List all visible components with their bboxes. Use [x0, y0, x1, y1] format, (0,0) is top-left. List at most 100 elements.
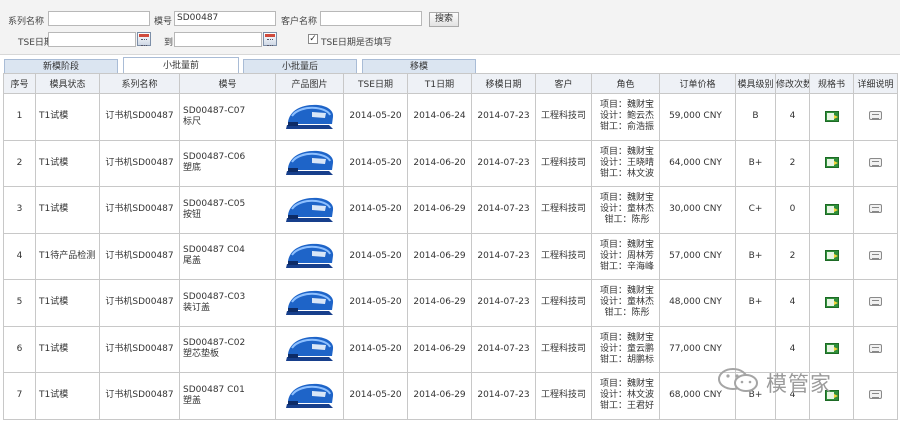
detail-card-icon[interactable] — [869, 343, 882, 353]
detail-cell[interactable] — [853, 139, 898, 187]
column-header[interactable]: 移模日期 — [471, 73, 536, 94]
product-photo[interactable] — [275, 372, 344, 420]
excel-sheet-icon[interactable] — [824, 157, 839, 169]
detail-cell[interactable] — [853, 93, 898, 141]
detail-card-icon[interactable] — [869, 250, 882, 260]
order-price: 64,000 CNY — [659, 139, 736, 187]
table-row[interactable]: 1 T1试模 订书机SD00487 SD00487-C07 标尺 2014-05-… — [3, 93, 898, 141]
calendar-icon[interactable] — [263, 32, 277, 46]
tse-date-input[interactable] — [48, 32, 136, 47]
detail-cell[interactable] — [853, 232, 898, 280]
excel-sheet-icon[interactable] — [824, 296, 839, 308]
watermark: 模管家 — [716, 367, 886, 396]
search-button[interactable]: 搜索 — [429, 12, 459, 27]
customer-input[interactable] — [320, 11, 422, 26]
detail-cell[interactable] — [853, 279, 898, 327]
stapler-photo-icon[interactable] — [281, 332, 338, 367]
tse-date: 2014-05-20 — [343, 372, 408, 420]
stapler-photo-icon[interactable] — [281, 378, 338, 413]
column-header[interactable]: T1日期 — [407, 73, 472, 94]
mold-status: T1试模 — [35, 325, 100, 373]
watermark-text: 模管家 — [766, 372, 832, 396]
stapler-photo-icon[interactable] — [281, 99, 338, 134]
table-row[interactable]: 2 T1试模 订书机SD00487 SD00487-C06 塑底 2014-05-… — [3, 139, 898, 187]
tse-filled-checkbox[interactable]: ✓ — [308, 34, 318, 44]
column-header[interactable]: TSE日期 — [343, 73, 408, 94]
spec-cell[interactable] — [809, 139, 854, 187]
mold-number[interactable]: SD00487 C01 塑盖 — [179, 372, 276, 420]
column-header[interactable]: 规格书 — [809, 73, 854, 94]
product-photo[interactable] — [275, 232, 344, 280]
product-photo[interactable] — [275, 93, 344, 141]
table-row[interactable]: 5 T1试模 订书机SD00487 SD00487-C03 装订盖 2014-05… — [3, 279, 898, 327]
column-header[interactable]: 角色 — [591, 73, 660, 94]
calendar-icon[interactable] — [137, 32, 151, 46]
row-number: 3 — [3, 186, 36, 234]
column-header[interactable]: 订单价格 — [659, 73, 736, 94]
mold-number[interactable]: SD00487-C03 装订盖 — [179, 279, 276, 327]
stapler-photo-icon[interactable] — [281, 146, 338, 181]
spec-cell[interactable] — [809, 232, 854, 280]
excel-sheet-icon[interactable] — [824, 343, 839, 355]
stapler-photo-icon[interactable] — [281, 285, 338, 320]
mold-number[interactable]: SD00487-C02 塑芯垫板 — [179, 325, 276, 373]
mold-input[interactable]: SD00487 — [174, 11, 276, 26]
stapler-photo-icon[interactable] — [281, 192, 338, 227]
column-header[interactable]: 系列名称 — [99, 73, 180, 94]
excel-sheet-icon[interactable] — [824, 250, 839, 262]
series-name: 订书机SD00487 — [99, 232, 180, 280]
order-price: 48,000 CNY — [659, 279, 736, 327]
tse-date: 2014-05-20 — [343, 232, 408, 280]
column-header[interactable]: 序号 — [3, 73, 36, 94]
t1-date: 2014-06-29 — [407, 186, 472, 234]
order-price: 30,000 CNY — [659, 186, 736, 234]
tse-date: 2014-05-20 — [343, 186, 408, 234]
column-header[interactable]: 模号 — [179, 73, 276, 94]
mold-number[interactable]: SD00487-C06 塑底 — [179, 139, 276, 187]
detail-cell[interactable] — [853, 186, 898, 234]
product-photo[interactable] — [275, 186, 344, 234]
mold-number[interactable]: SD00487 C04 尾盖 — [179, 232, 276, 280]
product-photo[interactable] — [275, 279, 344, 327]
spec-cell[interactable] — [809, 325, 854, 373]
spec-cell[interactable] — [809, 279, 854, 327]
table-row[interactable]: 3 T1试模 订书机SD00487 SD00487-C05 按钮 2014-05-… — [3, 186, 898, 234]
customer-name: 工程科技司 — [535, 93, 592, 141]
series-label: 系列名称 — [8, 17, 45, 27]
customer-name: 工程科技司 — [535, 279, 592, 327]
excel-sheet-icon[interactable] — [824, 203, 839, 215]
move-date: 2014-07-23 — [471, 372, 536, 420]
product-photo[interactable] — [275, 139, 344, 187]
column-header[interactable]: 客户 — [535, 73, 592, 94]
column-header[interactable]: 详细说明 — [853, 73, 898, 94]
change-count: 4 — [775, 325, 810, 373]
role-list: 项目：魏财宝 设计：鲍云杰 钳工：俞浩振 — [591, 93, 660, 141]
column-header[interactable]: 修改次数 — [775, 73, 810, 94]
detail-card-icon[interactable] — [869, 297, 882, 307]
tse-date: 2014-05-20 — [343, 279, 408, 327]
product-photo[interactable] — [275, 325, 344, 373]
series-input[interactable] — [48, 11, 150, 26]
spec-cell[interactable] — [809, 93, 854, 141]
table-row[interactable]: 4 T1待产品检测 订书机SD00487 SD00487 C04 尾盖 2014-… — [3, 232, 898, 280]
mold-number[interactable]: SD00487-C05 按钮 — [179, 186, 276, 234]
spec-cell[interactable] — [809, 186, 854, 234]
excel-sheet-icon[interactable] — [824, 110, 839, 122]
detail-card-icon[interactable] — [869, 204, 882, 214]
tse-date: 2014-05-20 — [343, 139, 408, 187]
tse-date-end-input[interactable] — [174, 32, 262, 47]
stapler-photo-icon[interactable] — [281, 239, 338, 274]
detail-card-icon[interactable] — [869, 157, 882, 167]
mold-status: T1试模 — [35, 139, 100, 187]
detail-cell[interactable] — [853, 325, 898, 373]
mold-number[interactable]: SD00487-C07 标尺 — [179, 93, 276, 141]
mold-status: T1试模 — [35, 372, 100, 420]
role-list: 项目：魏财宝 设计：童林杰 钳工：陈彤 — [591, 186, 660, 234]
t1-date: 2014-06-24 — [407, 93, 472, 141]
detail-card-icon[interactable] — [869, 111, 882, 121]
column-header[interactable]: 模具状态 — [35, 73, 100, 94]
column-header[interactable]: 模具级别 — [735, 73, 776, 94]
table-row[interactable]: 6 T1试模 订书机SD00487 SD00487-C02 塑芯垫板 2014-0… — [3, 325, 898, 373]
wechat-icon — [718, 368, 758, 392]
column-header[interactable]: 产品图片 — [275, 73, 344, 94]
